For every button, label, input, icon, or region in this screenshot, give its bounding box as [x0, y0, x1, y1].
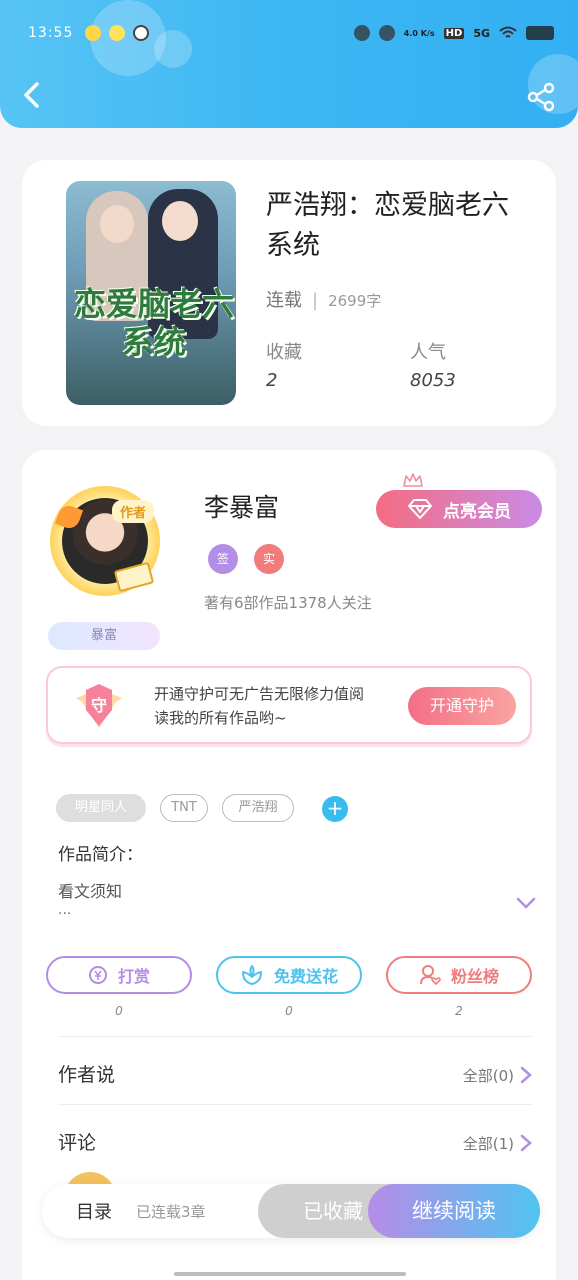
- sync-icon: [133, 25, 150, 41]
- network-speed: 4.0 K/s: [403, 28, 435, 38]
- fans-count: 2: [455, 1004, 463, 1018]
- status-time: 13:55: [28, 25, 74, 41]
- verified-badge: 实: [254, 544, 284, 574]
- tag-item[interactable]: 明星同人: [56, 794, 146, 822]
- author-says-link[interactable]: 全部(0): [463, 1065, 514, 1086]
- alarm-icon: [353, 25, 370, 41]
- vip-button-label: 点亮会员: [443, 501, 511, 522]
- chevron-right-icon[interactable]: [520, 1134, 532, 1152]
- tag-item[interactable]: TNT: [160, 794, 208, 822]
- fans-rank-label: 粉丝榜: [450, 967, 499, 986]
- divider: [58, 1036, 532, 1037]
- notification-icons: [85, 25, 150, 41]
- chevron-right-icon[interactable]: [520, 1066, 532, 1084]
- cover-face: [100, 205, 134, 243]
- send-flower-label: 免费送花: [273, 967, 338, 986]
- back-arrow-icon[interactable]: [18, 80, 48, 110]
- yen-coin-icon: [88, 966, 107, 984]
- tag-item[interactable]: 严浩翔: [222, 794, 294, 822]
- fans-rank-button[interactable]: 粉丝榜: [386, 956, 532, 994]
- book-word-count: 2699字: [328, 292, 382, 310]
- reward-button[interactable]: 打赏: [46, 956, 192, 994]
- chapter-count: 已连载3章: [136, 1203, 206, 1221]
- guard-text: 开通守护可无广告无限修力值阅读我的所有作品哟~: [154, 685, 365, 727]
- collect-label: 收藏: [266, 342, 302, 363]
- header: 13:55 4.0 K/s HD 5G: [0, 0, 578, 128]
- fans-icon: [419, 965, 441, 986]
- network-type: 5G: [473, 26, 490, 40]
- reward-label: 打赏: [117, 967, 150, 986]
- popularity-value: 8053: [410, 370, 456, 391]
- guard-banner: 守 开通守护可无广告无限修力值阅读我的所有作品哟~ 开通守护: [46, 666, 532, 744]
- flower-count: 0: [285, 1004, 293, 1018]
- signed-badge: 签: [208, 544, 238, 574]
- shield-text: 守: [91, 696, 107, 715]
- vip-button[interactable]: 点亮会员: [376, 490, 542, 528]
- wifi-icon: [499, 26, 517, 38]
- diamond-icon: [408, 499, 432, 519]
- author-stats: 著有6部作品1378人关注: [204, 594, 372, 612]
- toc-button[interactable]: 目录: [76, 1198, 112, 1224]
- divider: [58, 1104, 532, 1105]
- reward-count: 0: [115, 1004, 123, 1018]
- hd-icon: HD: [443, 27, 465, 39]
- cover-face: [162, 201, 198, 241]
- intro-label: 作品简介：: [58, 845, 143, 865]
- comments-link[interactable]: 全部(1): [463, 1133, 514, 1154]
- comments-label: 评论: [58, 1132, 97, 1154]
- author-says-label: 作者说: [58, 1064, 116, 1086]
- chevron-down-icon[interactable]: [516, 896, 536, 910]
- book-cover[interactable]: 恋爱脑老六系统: [66, 181, 236, 405]
- author-name: 李暴富: [204, 493, 280, 522]
- book-meta: 连载 | 2699字: [266, 286, 381, 312]
- add-tag-button[interactable]: +: [322, 796, 348, 822]
- meta-separator: |: [312, 290, 319, 311]
- app-notify-icon: [109, 25, 126, 41]
- share-icon[interactable]: [526, 82, 556, 112]
- status-bar: 13:55 4.0 K/s HD 5G: [28, 22, 554, 44]
- popularity-label: 人气: [410, 342, 446, 363]
- crown-icon: [403, 473, 423, 487]
- shield-icon: 守: [76, 684, 122, 728]
- intro-ellipsis: ...: [58, 902, 72, 918]
- book-status: 连载: [266, 290, 302, 311]
- flower-icon: [241, 965, 262, 985]
- continue-reading-button[interactable]: 继续阅读: [368, 1184, 540, 1238]
- bottom-action-bar: 目录 已连载3章 已收藏 继续阅读: [42, 1184, 540, 1238]
- status-right: 4.0 K/s HD 5G: [353, 25, 554, 41]
- send-flower-button[interactable]: 免费送花: [216, 956, 362, 994]
- cover-title: 恋爱脑老六系统: [74, 285, 235, 361]
- guard-button[interactable]: 开通守护: [408, 687, 516, 725]
- intro-text: 看文须知: [58, 882, 123, 901]
- location-icon: [378, 25, 395, 41]
- author-card: 作者 暴富 李暴富 点亮会员 签 实 著有6部作品1378人关注 守 开通守护可…: [22, 450, 556, 1280]
- battery-icon: [526, 26, 554, 40]
- author-role-tag: 作者: [112, 500, 155, 523]
- home-indicator: [174, 1272, 406, 1276]
- book-info-card: 恋爱脑老六系统 严浩翔：恋爱脑老六系统 连载 | 2699字 收藏 2 人气 805…: [22, 160, 556, 426]
- weibo-icon: [85, 25, 102, 41]
- collect-value: 2: [266, 370, 278, 391]
- author-nickname-pill: 暴富: [48, 622, 160, 650]
- book-title: 严浩翔：恋爱脑老六系统: [266, 190, 509, 261]
